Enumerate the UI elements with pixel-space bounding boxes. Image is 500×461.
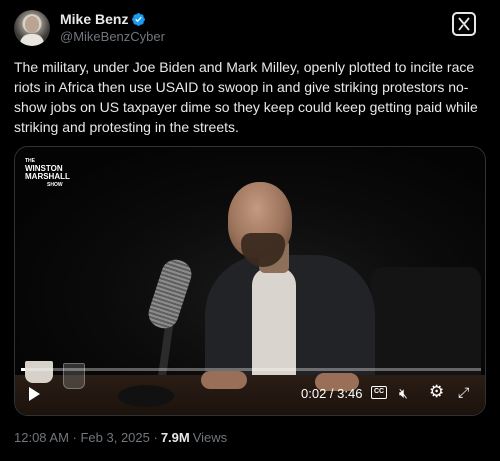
watermark-title: WINSTON MARSHALL — [25, 164, 70, 181]
tweet-header: Mike Benz @MikeBenzCyber — [14, 10, 486, 46]
video-progress-bar[interactable] — [21, 368, 481, 371]
avatar-shirt — [20, 34, 44, 46]
fullscreen-icon[interactable]: ⤢ — [458, 384, 469, 401]
grok-icon[interactable] — [452, 12, 476, 36]
name-row: Mike Benz — [60, 11, 146, 27]
captions-icon[interactable]: CC — [371, 386, 387, 399]
tweet-text: The military, under Joe Biden and Mark M… — [14, 59, 478, 135]
author-name[interactable]: Mike Benz — [60, 11, 128, 27]
video-cup — [25, 361, 53, 383]
views-label: Views — [192, 430, 228, 445]
author-handle[interactable]: @MikeBenzCyber — [60, 29, 165, 44]
verified-badge-icon — [132, 12, 146, 26]
tweet-card: Mike Benz @MikeBenzCyber The military, u… — [0, 0, 500, 461]
mute-icon[interactable]: 🔇︎ — [399, 385, 408, 402]
video-player[interactable]: THE WINSTON MARSHALL SHOW 0:02 / 3:46 CC… — [14, 146, 486, 416]
tweet-timestamp[interactable]: 12:08 AM · Feb 3, 2025 · — [14, 430, 158, 445]
grok-glyph-icon — [458, 17, 470, 31]
play-icon[interactable] — [29, 387, 40, 401]
watermark-show: SHOW — [47, 182, 63, 188]
show-watermark: THE WINSTON MARSHALL SHOW — [25, 157, 71, 189]
avatar-face — [25, 16, 39, 33]
views-count: 7.9M — [160, 430, 190, 445]
settings-gear-icon[interactable]: ⚙ — [429, 382, 444, 402]
video-controls: 0:02 / 3:46 CC 🔇︎ ⚙ ⤢ — [15, 381, 485, 409]
video-progress-fill — [21, 368, 26, 371]
video-time: 0:02 / 3:46 — [301, 386, 363, 401]
avatar[interactable] — [14, 10, 50, 46]
tweet-meta: 12:08 AM · Feb 3, 2025 · 7.9M Views — [14, 430, 227, 445]
